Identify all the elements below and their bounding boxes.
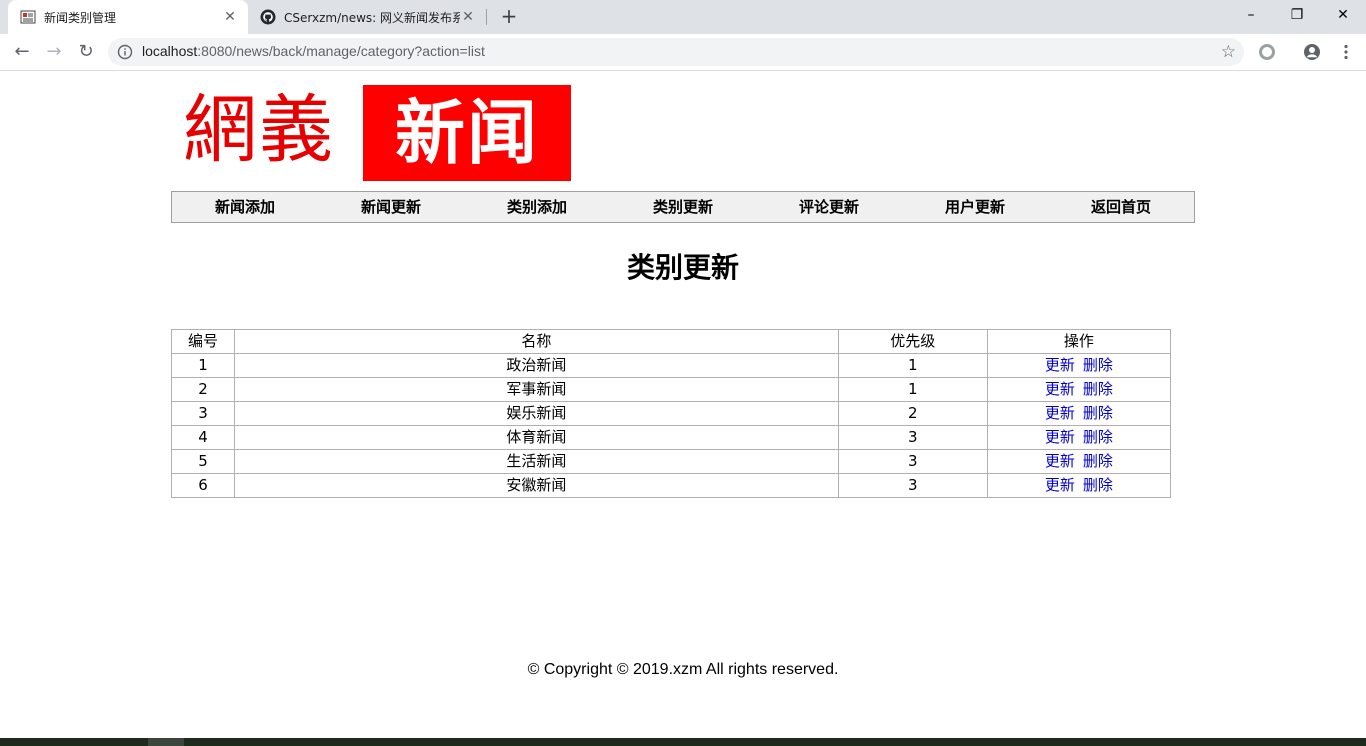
- page-title: 类别更新: [626, 251, 739, 284]
- cell-id: 3: [170, 401, 236, 426]
- restore-button[interactable]: ❐: [1274, 0, 1320, 30]
- cell-id: 6: [170, 473, 236, 498]
- tab-close-icon[interactable]: ✕: [222, 9, 238, 25]
- reload-button[interactable]: ↻: [74, 41, 98, 63]
- tab-close-icon[interactable]: ✕: [460, 9, 476, 25]
- cell-priority: 3: [837, 473, 988, 498]
- github-icon: [260, 9, 276, 25]
- cell-id: 1: [170, 353, 236, 378]
- update-link[interactable]: 更新: [1045, 428, 1075, 446]
- url-text[interactable]: localhost:8080/news/back/manage/category…: [142, 43, 485, 59]
- browser-toolbar: ← → ↻ localhost:8080/news/back/manage/ca…: [0, 34, 1366, 71]
- menu-news-add[interactable]: 新闻添加: [172, 192, 318, 222]
- tab-title: CSerxzm/news: 网义新闻发布系: [284, 10, 460, 25]
- tab-github[interactable]: CSerxzm/news: 网义新闻发布系 ✕: [248, 0, 486, 34]
- tab-news-category[interactable]: 新闻类别管理 ✕: [8, 0, 248, 34]
- delete-link[interactable]: 删除: [1083, 380, 1113, 398]
- url-path: :8080/news/back/manage/category?action=l…: [197, 43, 485, 59]
- extension-circle-icon[interactable]: [1257, 42, 1277, 62]
- cell-priority: 1: [837, 377, 988, 402]
- news-favicon-icon: [20, 10, 36, 24]
- update-link[interactable]: 更新: [1045, 452, 1075, 470]
- bookmark-star-icon[interactable]: ☆: [1221, 42, 1236, 62]
- url-host: localhost: [142, 43, 198, 59]
- menu-category-update[interactable]: 类别更新: [610, 192, 756, 222]
- update-link[interactable]: 更新: [1045, 476, 1075, 494]
- tab-separator: [486, 9, 487, 25]
- category-table: 编号 名称 优先级 操作 1 政治新闻 1 更新 删除 2 军事新闻 1 更新 删除…: [170, 329, 1172, 498]
- cell-actions: 更新 删除: [986, 449, 1172, 474]
- tab-title: 新闻类别管理: [44, 10, 117, 25]
- close-window-button[interactable]: ✕: [1320, 0, 1366, 30]
- header-id: 编号: [170, 329, 236, 354]
- delete-link[interactable]: 删除: [1083, 452, 1113, 470]
- back-button[interactable]: ←: [10, 41, 34, 63]
- menu-home[interactable]: 返回首页: [1048, 192, 1194, 222]
- update-link[interactable]: 更新: [1045, 380, 1075, 398]
- delete-link[interactable]: 删除: [1083, 428, 1113, 446]
- menu-news-update[interactable]: 新闻更新: [318, 192, 464, 222]
- cell-name: 娱乐新闻: [234, 401, 839, 426]
- delete-link[interactable]: 删除: [1083, 476, 1113, 494]
- cell-name: 体育新闻: [234, 425, 839, 450]
- profile-avatar-icon[interactable]: [1302, 42, 1322, 62]
- table-header-row: 编号 名称 优先级 操作: [170, 329, 1172, 354]
- cell-priority: 2: [837, 401, 988, 426]
- more-menu-icon[interactable]: [1336, 42, 1356, 62]
- tab-strip: 新闻类别管理 ✕ CSerxzm/news: 网义新闻发布系 ✕ + – ❐ ✕: [0, 0, 1366, 34]
- cell-priority: 3: [837, 425, 988, 450]
- footer-copyright: © Copyright © 2019.xzm All rights reserv…: [527, 661, 839, 678]
- cell-name: 政治新闻: [234, 353, 839, 378]
- delete-link[interactable]: 删除: [1083, 404, 1113, 422]
- cell-id: 5: [170, 449, 236, 474]
- logo-brand-text: 網義: [183, 87, 335, 173]
- table-row: 5 生活新闻 3 更新 删除: [170, 449, 1172, 474]
- cell-priority: 3: [837, 449, 988, 474]
- cell-name: 军事新闻: [234, 377, 839, 402]
- cell-id: 2: [170, 377, 236, 402]
- cell-name: 安徽新闻: [234, 473, 839, 498]
- logo-news-badge: 新闻: [363, 85, 571, 181]
- menu-category-add[interactable]: 类别添加: [464, 192, 610, 222]
- header-name: 名称: [234, 329, 839, 354]
- cell-actions: 更新 删除: [986, 377, 1172, 402]
- header-actions: 操作: [986, 329, 1172, 354]
- info-icon[interactable]: [117, 44, 133, 60]
- cell-id: 4: [170, 425, 236, 450]
- cell-priority: 1: [837, 353, 988, 378]
- cell-actions: 更新 删除: [986, 425, 1172, 450]
- cell-actions: 更新 删除: [986, 473, 1172, 498]
- table-row: 2 军事新闻 1 更新 删除: [170, 377, 1172, 402]
- new-tab-button[interactable]: +: [498, 5, 520, 27]
- header-priority: 优先级: [837, 329, 988, 354]
- table-row: 3 娱乐新闻 2 更新 删除: [170, 401, 1172, 426]
- taskbar-active-item[interactable]: [148, 738, 184, 746]
- menu-user-update[interactable]: 用户更新: [902, 192, 1048, 222]
- table-row: 1 政治新闻 1 更新 删除: [170, 353, 1172, 378]
- delete-link[interactable]: 删除: [1083, 356, 1113, 374]
- menu-comment-update[interactable]: 评论更新: [756, 192, 902, 222]
- update-link[interactable]: 更新: [1045, 404, 1075, 422]
- forward-button[interactable]: →: [42, 41, 66, 63]
- os-taskbar: [0, 738, 1366, 746]
- cell-actions: 更新 删除: [986, 401, 1172, 426]
- minimize-button[interactable]: –: [1228, 0, 1274, 30]
- table-row: 4 体育新闻 3 更新 删除: [170, 425, 1172, 450]
- admin-menu: 新闻添加 新闻更新 类别添加 类别更新 评论更新 用户更新 返回首页: [171, 191, 1195, 223]
- cell-name: 生活新闻: [234, 449, 839, 474]
- address-bar[interactable]: localhost:8080/news/back/manage/category…: [108, 38, 1244, 66]
- update-link[interactable]: 更新: [1045, 356, 1075, 374]
- cell-actions: 更新 删除: [986, 353, 1172, 378]
- table-row: 6 安徽新闻 3 更新 删除: [170, 473, 1172, 498]
